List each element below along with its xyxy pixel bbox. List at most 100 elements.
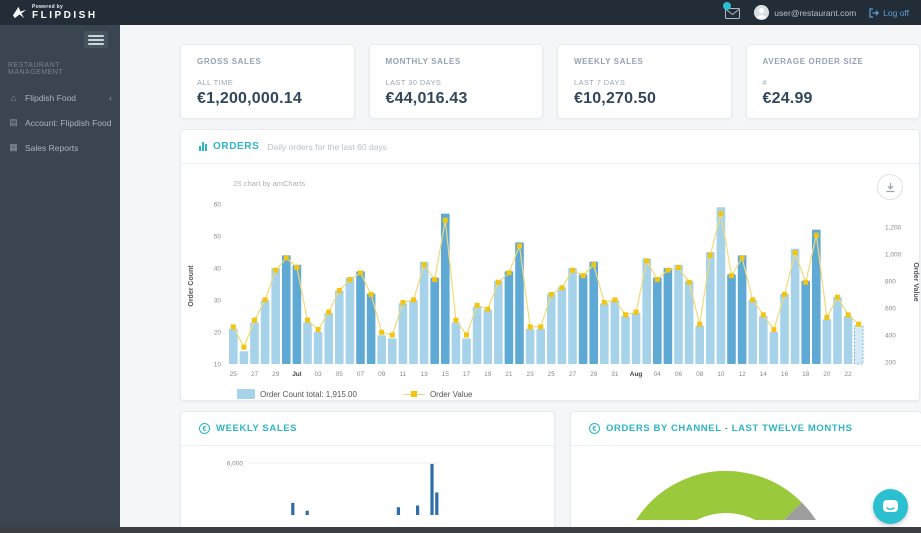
hamburger-menu-button[interactable] xyxy=(84,31,108,48)
weekly-sales-header: € WEEKLY SALES xyxy=(181,412,554,446)
stat-subtitle: ALL TIME xyxy=(197,78,234,87)
chart-download-button[interactable] xyxy=(877,174,903,200)
svg-text:20: 20 xyxy=(823,371,831,378)
orders-panel-subtitle: Daily orders for the last 60 days xyxy=(267,141,387,152)
svg-text:30: 30 xyxy=(214,298,222,305)
svg-text:200: 200 xyxy=(885,360,896,367)
svg-text:27: 27 xyxy=(569,371,577,378)
brand-name: FLIPDISH xyxy=(32,9,98,21)
brand-logo[interactable]: Powered by FLIPDISH xyxy=(12,3,98,21)
svg-text:12: 12 xyxy=(738,371,746,378)
svg-text:JS chart by amCharts: JS chart by amCharts xyxy=(233,179,305,188)
svg-text:6,000: 6,000 xyxy=(227,461,244,468)
svg-text:09: 09 xyxy=(378,371,386,378)
sidebar-item-label: Flipdish Food xyxy=(25,93,77,103)
user-menu[interactable]: user@restaurant.com xyxy=(754,5,856,20)
svg-text:21: 21 xyxy=(505,371,513,378)
legend-order-count[interactable]: Order Count total: 1,915.00 xyxy=(237,389,357,399)
svg-text:07: 07 xyxy=(357,371,365,378)
stat-subtitle: # xyxy=(762,78,768,87)
svg-text:29: 29 xyxy=(590,371,598,378)
svg-text:25: 25 xyxy=(230,371,238,378)
channels-donut-svg[interactable] xyxy=(571,448,921,520)
stat-card-average-order-size: AVERAGE ORDER SIZE # €24.99 xyxy=(745,44,920,119)
legend-bar-swatch xyxy=(237,389,255,399)
sidebar-item-label: Sales Reports xyxy=(25,142,79,153)
orders-chart-svg[interactable]: 10 20 30 40 50 60 200 400 600 800 1,000 1,200 25 27 29… xyxy=(181,164,921,380)
stat-card-monthly-sales: MONTHLY SALES LAST 30 DAYS €44,016.43 xyxy=(368,44,543,119)
weekly-sales-panel: € WEEKLY SALES 6,000 xyxy=(180,411,555,533)
svg-text:04: 04 xyxy=(654,371,662,378)
sidebar-section-label: RESTAURANT MANAGEMENT xyxy=(8,62,64,76)
orders-legend: Order Count total: 1,915.00 Order Value xyxy=(181,385,919,399)
sidebar-item-label: Account: Flipdish Food xyxy=(25,117,112,128)
stat-subtitle: LAST 7 DAYS xyxy=(574,78,626,87)
flipdish-bird-icon xyxy=(12,6,27,19)
svg-text:05: 05 xyxy=(336,371,344,378)
svg-text:Jul: Jul xyxy=(292,371,302,378)
svg-text:27: 27 xyxy=(251,371,259,378)
svg-text:1,200: 1,200 xyxy=(885,225,902,232)
svg-text:10: 10 xyxy=(214,362,222,369)
svg-text:23: 23 xyxy=(526,371,534,378)
home-icon: ⌂ xyxy=(10,93,17,103)
stat-title: WEEKLY SALES xyxy=(574,57,644,66)
main-content: GROSS SALES ALL TIME €1,200,000.14 MONTH… xyxy=(120,25,921,533)
orders-panel-header: ORDERS Daily orders for the last 60 days xyxy=(181,130,919,164)
calendar-icon: ▦ xyxy=(9,142,18,152)
svg-text:40: 40 xyxy=(214,266,222,273)
orders-by-channel-title: ORDERS BY CHANNEL - LAST TWELVE MONTHS xyxy=(606,423,853,434)
stat-value: €1,200,000.14 xyxy=(197,90,302,107)
svg-text:18: 18 xyxy=(802,371,810,378)
svg-text:16: 16 xyxy=(781,371,789,378)
stat-value: €10,270.50 xyxy=(574,90,657,107)
legend-label: Order Value xyxy=(429,389,473,399)
avatar xyxy=(754,5,770,20)
svg-text:06: 06 xyxy=(675,371,683,378)
legend-order-value[interactable]: Order Value xyxy=(402,389,473,399)
sidebar-item-sales-reports[interactable]: ▦ Sales Reports xyxy=(0,135,120,160)
svg-text:Order Count: Order Count xyxy=(188,265,195,307)
messages-button[interactable] xyxy=(723,2,741,19)
stat-title: AVERAGE ORDER SIZE xyxy=(762,57,864,66)
logoff-button[interactable]: Log off xyxy=(869,8,909,18)
sidebar-item-flipdish-food[interactable]: ⌂ Flipdish Food ‹ xyxy=(0,86,120,110)
powered-by-label: Powered by xyxy=(32,3,64,10)
svg-text:14: 14 xyxy=(760,371,768,378)
weekly-sales-title: WEEKLY SALES xyxy=(216,423,298,434)
account-card-icon: ▤ xyxy=(9,117,18,127)
stat-value: €24.99 xyxy=(762,90,813,107)
orders-by-channel-header: € ORDERS BY CHANNEL - LAST TWELVE MONTHS xyxy=(571,412,921,446)
stat-value: €44,016.43 xyxy=(385,90,468,107)
logoff-icon xyxy=(869,7,880,18)
svg-text:800: 800 xyxy=(885,279,896,286)
sidebar-item-account[interactable]: ▤ Account: Flipdish Food xyxy=(0,110,120,135)
svg-text:29: 29 xyxy=(272,371,280,378)
stat-title: MONTHLY SALES xyxy=(385,57,461,66)
svg-text:15: 15 xyxy=(442,371,450,378)
chat-widget-button[interactable] xyxy=(873,489,908,524)
svg-text:13: 13 xyxy=(420,371,428,378)
orders-panel: ORDERS Daily orders for the last 60 days… xyxy=(180,129,920,401)
sidebar: RESTAURANT MANAGEMENT ⌂ Flipdish Food ‹ … xyxy=(0,25,120,533)
bar-chart-icon xyxy=(199,142,207,151)
stat-subtitle: LAST 30 DAYS xyxy=(385,78,442,87)
user-email: user@restaurant.com xyxy=(774,7,857,18)
svg-text:20: 20 xyxy=(214,330,222,337)
bottom-row: € WEEKLY SALES 6,000 € ORDERS BY CHANNEL… xyxy=(180,411,921,533)
legend-line-swatch xyxy=(402,390,425,399)
legend-label: Order Count total: 1,915.00 xyxy=(260,389,357,399)
svg-text:1,000: 1,000 xyxy=(885,252,902,259)
orders-by-channel-panel: € ORDERS BY CHANNEL - LAST TWELVE MONTHS xyxy=(570,411,921,533)
svg-text:10: 10 xyxy=(717,371,725,378)
weekly-chart-svg[interactable]: 6,000 xyxy=(181,448,554,521)
svg-text:25: 25 xyxy=(548,371,556,378)
svg-text:60: 60 xyxy=(214,202,222,209)
stats-row: GROSS SALES ALL TIME €1,200,000.14 MONTH… xyxy=(180,44,920,119)
svg-text:22: 22 xyxy=(844,371,852,378)
download-icon xyxy=(886,182,894,192)
svg-text:08: 08 xyxy=(696,371,704,378)
svg-text:400: 400 xyxy=(885,333,896,340)
chevron-icon: ‹ xyxy=(109,93,112,103)
stat-title: GROSS SALES xyxy=(197,57,262,66)
